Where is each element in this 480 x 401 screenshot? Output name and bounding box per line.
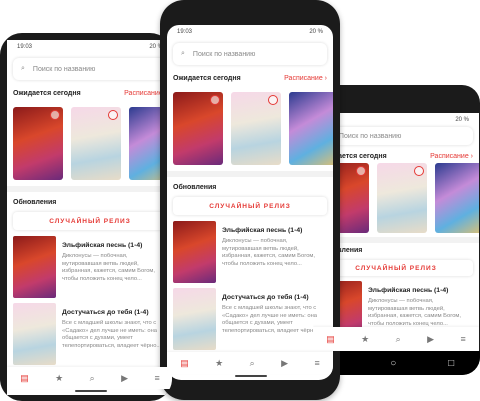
release-cover: [173, 288, 216, 350]
bottom-nav: ▤ ★ ⌕ ▶ ≡: [7, 367, 172, 389]
search-placeholder: Поиск по названию: [338, 132, 402, 140]
menu-icon[interactable]: ≡: [314, 358, 319, 368]
today-cover[interactable]: [71, 107, 121, 180]
today-title: Ожидается сегодня: [173, 75, 241, 82]
search-input[interactable]: ⌕Поиск по названию: [319, 127, 473, 145]
feed-icon[interactable]: ▤: [326, 334, 335, 345]
bottom-nav: ▤ ★ ⌕ ▶ ≡: [313, 327, 479, 351]
search-icon[interactable]: ⌕: [396, 334, 401, 345]
divider: [167, 171, 333, 177]
status-time: 19:03: [177, 29, 193, 35]
release-cover: [13, 236, 56, 298]
release-cover: [173, 221, 216, 283]
today-cover[interactable]: [289, 92, 333, 165]
release-title: Эльфийская песнь (1-4): [368, 287, 449, 294]
check-icon: [414, 166, 424, 176]
today-cover[interactable]: [173, 92, 223, 165]
home-indicator: [235, 375, 267, 377]
home-indicator: [75, 390, 107, 392]
today-cover[interactable]: [377, 163, 427, 233]
release-item[interactable]: Эльфийская песнь (1-4) Диклонусы — побочн…: [173, 221, 327, 283]
today-cover[interactable]: [435, 163, 479, 233]
status-time: 19:03: [17, 44, 33, 50]
check-icon: [50, 110, 60, 120]
search-icon[interactable]: ⌕: [250, 358, 255, 369]
today-cover[interactable]: [13, 107, 63, 180]
search-input[interactable]: ⌕ Поиск по названию: [173, 43, 327, 65]
screen-left: 19:03 20 % ⌕ Поиск по названию Ожидается с…: [7, 40, 172, 395]
release-desc: Диклонусы — побочная, мутировавшая ветвь…: [222, 238, 316, 267]
updates-title: Обновления: [173, 184, 217, 191]
random-release-button[interactable]: СЛУЧАЙНЫЙ РЕЛИЗ: [173, 197, 327, 215]
release-cover: [13, 303, 56, 365]
feed-icon[interactable]: ▤: [20, 373, 29, 384]
video-icon[interactable]: ▶: [281, 358, 288, 369]
schedule-link[interactable]: Расписание ›: [284, 75, 327, 82]
release-title: Эльфийская песнь (1-4): [62, 242, 143, 249]
bottom-nav: ▤ ★ ⌕ ▶ ≡: [167, 352, 333, 374]
status-bar: 19:03 20 %: [167, 25, 333, 39]
menu-icon[interactable]: ≡: [154, 373, 159, 383]
phone-left: 19:03 20 % ⌕ Поиск по названию Ожидается с…: [0, 33, 172, 401]
today-title: Ожидается сегодня: [13, 90, 81, 97]
home-button[interactable]: ○: [390, 358, 396, 369]
recents-button[interactable]: □: [448, 358, 454, 369]
search-icon[interactable]: ⌕: [90, 373, 95, 384]
star-icon[interactable]: ★: [55, 373, 63, 384]
check-icon: [108, 110, 118, 120]
search-icon: ⌕: [21, 65, 25, 72]
star-icon[interactable]: ★: [361, 334, 369, 345]
menu-icon[interactable]: ≡: [460, 334, 465, 344]
feed-icon[interactable]: ▤: [180, 358, 189, 369]
check-icon: [210, 95, 220, 105]
screen-center: 19:03 20 % ⌕ Поиск по названию Ожидается с…: [167, 25, 333, 380]
video-icon[interactable]: ▶: [427, 334, 434, 345]
release-desc: Диклонусы — побочная, мутировавшая ветвь…: [368, 298, 462, 327]
release-title: Эльфийская песнь (1-4): [222, 227, 303, 234]
search-icon: ⌕: [181, 50, 185, 57]
check-icon: [268, 95, 278, 105]
search-input[interactable]: ⌕ Поиск по названию: [13, 58, 167, 80]
updates-title: Обновления: [13, 199, 57, 206]
search-placeholder: Поиск по названию: [192, 50, 256, 58]
release-desc: Диклонусы — побочная, мутировавшая ветвь…: [62, 253, 156, 282]
status-battery: 20 %: [455, 117, 469, 123]
release-title: Достучаться до тебя (1-4): [222, 294, 309, 301]
today-cover[interactable]: [231, 92, 281, 165]
status-battery: 20 %: [309, 29, 323, 35]
release-title: Достучаться до тебя (1-4): [62, 309, 149, 316]
search-placeholder: Поиск по названию: [32, 65, 96, 73]
random-release-button[interactable]: СЛУЧАЙНЫЙ РЕЛИЗ: [13, 212, 167, 230]
video-icon[interactable]: ▶: [121, 373, 128, 384]
check-icon: [356, 166, 366, 176]
star-icon[interactable]: ★: [215, 358, 223, 369]
release-item[interactable]: Эльфийская песнь (1-4) Диклонусы — побочн…: [13, 236, 167, 298]
release-desc: Все с младшей школы знают, что с «Садако…: [62, 320, 162, 349]
random-release-button[interactable]: СЛУЧАЙНЫЙ РЕЛИЗ: [319, 260, 473, 276]
release-item[interactable]: Достучаться до тебя (1-4) Все с младшей ш…: [173, 288, 327, 350]
divider: [7, 186, 172, 192]
release-desc: Все с младшей школы знают, что с «Садако…: [222, 305, 322, 334]
status-bar: 19:0320 %: [7, 40, 172, 54]
release-item[interactable]: Достучаться до тебя (1-4) Все с младшей ш…: [13, 303, 167, 365]
schedule-link[interactable]: Расписание ›: [430, 153, 473, 160]
